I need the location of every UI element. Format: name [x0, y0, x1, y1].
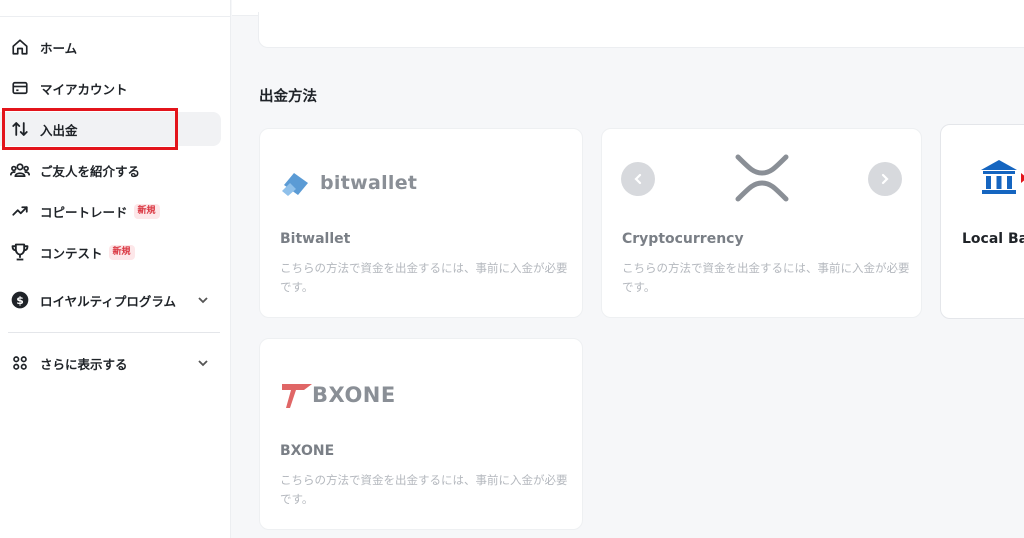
new-badge: 新規 [108, 244, 135, 260]
method-name: BXONE [280, 443, 335, 459]
sidebar-item-copy-trade[interactable]: コピートレード 新規 [0, 194, 221, 228]
method-description: こちらの方法で資金を出金するには、事前に入金が必要です。 [280, 261, 568, 294]
sidebar-item-refer-friends[interactable]: ご友人を紹介する [0, 153, 221, 187]
bank-icon [979, 157, 1019, 201]
chevron-down-icon[interactable] [197, 294, 209, 306]
card-icon [10, 78, 30, 98]
method-description: こちらの方法で資金を出金するには、事前に入金が必要です。 [622, 261, 910, 294]
sidebar-item-label: さらに表示する [40, 356, 128, 372]
sidebar: ホーム マイアカウント 入出金 ご友人を紹介する コピートレード 新規 コンテス… [0, 0, 231, 538]
bitwallet-logo-text: bitwallet [320, 172, 418, 194]
trending-up-icon [10, 201, 30, 221]
chevron-right-icon [879, 170, 891, 189]
method-card-bitwallet[interactable]: bitwallet Bitwallet こちらの方法で資金を出金するには、事前に… [259, 128, 583, 318]
dollar-circle-icon: $ [10, 290, 30, 310]
method-name: Bitwallet [280, 231, 351, 247]
sidebar-item-show-more[interactable]: さらに表示する [0, 346, 221, 380]
carousel-next-button[interactable] [868, 162, 902, 196]
users-icon [10, 160, 30, 180]
method-name: Cryptocurrency [622, 231, 744, 247]
chevron-left-icon [632, 170, 644, 189]
grid-icon [10, 353, 30, 373]
method-description: こちらの方法で資金を出金するには、事前に入金が必要です。 [280, 473, 568, 506]
chevron-down-icon[interactable] [197, 357, 209, 369]
svg-text:$: $ [16, 294, 24, 307]
top-card [258, 12, 1024, 48]
sidebar-item-label: コンテスト [40, 245, 103, 261]
trophy-icon [10, 242, 30, 262]
sidebar-item-loyalty-program[interactable]: $ ロイヤルティプログラム [0, 283, 221, 317]
carousel-prev-button[interactable] [621, 162, 655, 196]
sidebar-item-label: ご友人を紹介する [40, 163, 141, 179]
home-icon [10, 37, 30, 57]
main-content: 出金方法 bitwallet Bitwallet こちらの方法で資金を出金するに… [232, 0, 1024, 538]
section-title: 出金方法 [259, 89, 317, 105]
method-name: Local Ba [962, 231, 1024, 247]
sidebar-item-label: ホーム [40, 40, 78, 56]
bitwallet-logo: bitwallet [280, 165, 417, 201]
sidebar-item-my-account[interactable]: マイアカウント [0, 71, 221, 105]
sidebar-item-label: ロイヤルティプログラム [40, 293, 177, 309]
bxone-logo-text: BXONE [312, 383, 396, 407]
sidebar-item-contest[interactable]: コンテスト 新規 [0, 235, 221, 269]
method-card-cryptocurrency[interactable]: Cryptocurrency こちらの方法で資金を出金するには、事前に入金が必要… [601, 128, 922, 318]
sidebar-item-label: マイアカウント [40, 81, 128, 97]
sidebar-item-label: コピートレード [40, 204, 128, 220]
sidebar-divider [8, 332, 220, 333]
highlight-box [2, 108, 178, 150]
method-card-bxone[interactable]: BXONE BXONE こちらの方法で資金を出金するには、事前に入金が必要です。 [259, 338, 583, 530]
sidebar-item-home[interactable]: ホーム [0, 30, 221, 64]
method-card-local-bank[interactable]: Local Ba [940, 124, 1024, 319]
sidebar-top-divider [0, 16, 231, 17]
new-badge: 新規 [133, 203, 160, 219]
bxone-logo: BXONE [280, 377, 396, 413]
xrp-logo-icon [734, 153, 790, 207]
